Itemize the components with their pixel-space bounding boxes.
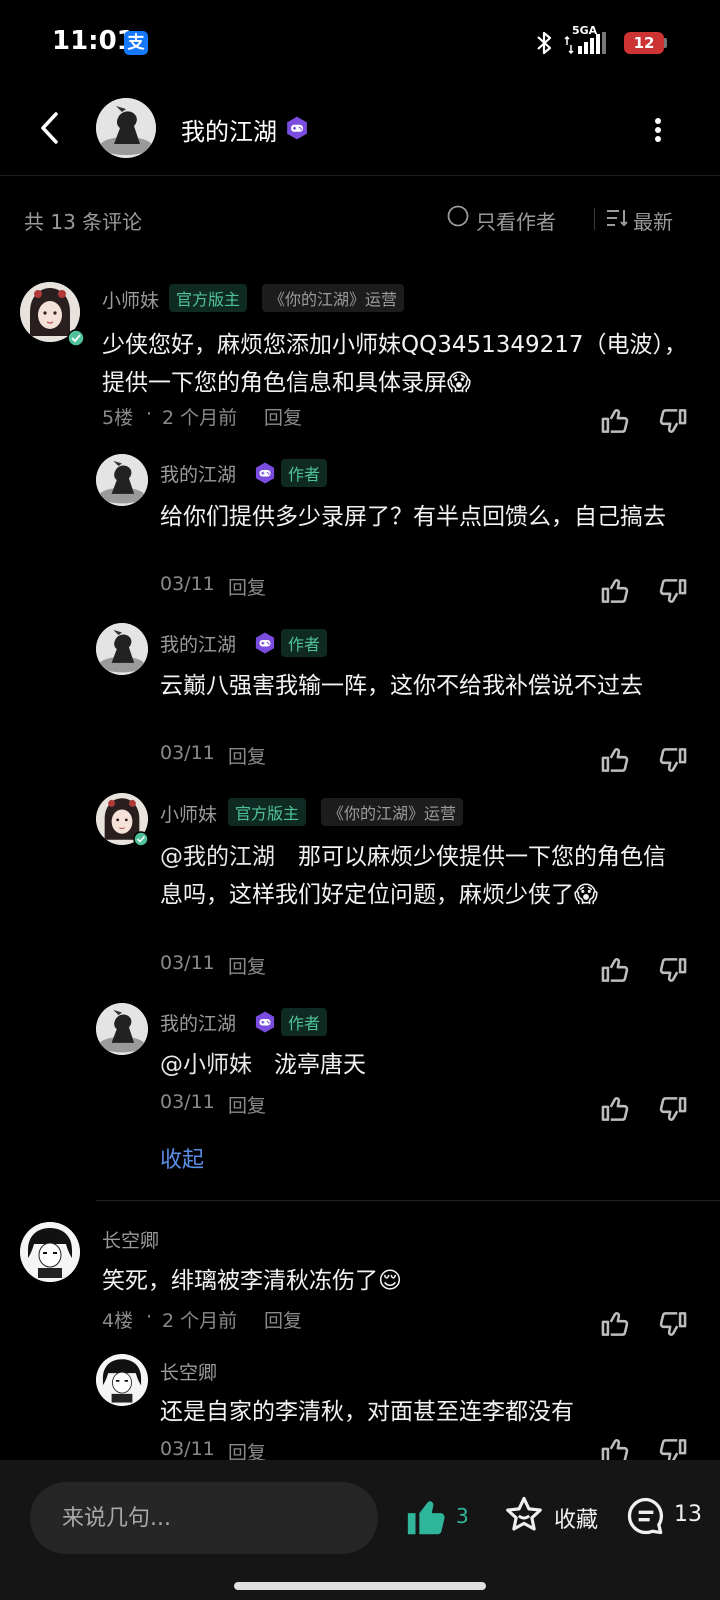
official-tag: 官方版主 bbox=[228, 798, 307, 826]
like-count: 3 bbox=[456, 1504, 469, 1528]
radio-circle-icon[interactable] bbox=[447, 205, 469, 231]
bluetooth-icon bbox=[534, 30, 556, 60]
game-badge-icon bbox=[284, 115, 310, 145]
reply-text[interactable]: 给你们提供多少录屏了？有半点回馈么，自己搞去 bbox=[160, 498, 688, 536]
reply-button[interactable]: 回复 bbox=[228, 952, 266, 979]
comment-time: 2 个月前 bbox=[162, 407, 238, 429]
thumb-down-icon[interactable] bbox=[656, 743, 690, 781]
thumb-down-icon[interactable] bbox=[656, 404, 690, 442]
reply-time: 03/11 bbox=[160, 1438, 215, 1460]
game-badge-icon bbox=[253, 631, 277, 659]
reply-time: 03/11 bbox=[160, 952, 215, 974]
thumb-up-icon[interactable] bbox=[598, 1307, 632, 1345]
mention-link[interactable]: @小师妹 bbox=[160, 1046, 252, 1084]
mention-link[interactable]: @我的江湖 bbox=[160, 838, 275, 876]
thumb-up-icon[interactable] bbox=[598, 953, 632, 991]
reply-time: 03/11 bbox=[160, 1091, 215, 1113]
comment-floor: 4楼 bbox=[102, 1310, 134, 1332]
filter-separator bbox=[594, 208, 595, 230]
thumb-down-icon[interactable] bbox=[656, 574, 690, 612]
alipay-icon: 支 bbox=[124, 31, 148, 55]
reply-username[interactable]: 小师妹 bbox=[160, 800, 217, 827]
verified-icon bbox=[67, 329, 85, 351]
sort-latest[interactable]: 最新 bbox=[633, 206, 673, 235]
author-only-toggle[interactable]: 只看作者 bbox=[476, 206, 556, 235]
game-badge-icon bbox=[253, 1010, 277, 1038]
page-title[interactable]: 我的江湖 bbox=[181, 112, 277, 147]
status-time: 11:01 bbox=[52, 26, 135, 56]
reply-time: 03/11 bbox=[160, 573, 215, 595]
comment-username[interactable]: 小师妹 bbox=[102, 286, 159, 313]
thumb-up-icon[interactable] bbox=[598, 1092, 632, 1130]
ops-tag: 《你的江湖》运营 bbox=[262, 284, 405, 312]
reply-username[interactable]: 我的江湖 bbox=[160, 1009, 236, 1036]
comment-input-placeholder[interactable]: 来说几句... bbox=[62, 1500, 171, 1532]
star-icon[interactable] bbox=[503, 1494, 545, 1540]
favorite-label[interactable]: 收藏 bbox=[554, 1502, 598, 1534]
avatar[interactable] bbox=[96, 623, 148, 675]
author-tag: 作者 bbox=[281, 459, 328, 487]
thumb-down-icon[interactable] bbox=[656, 953, 690, 991]
header-avatar[interactable] bbox=[96, 98, 156, 158]
thumb-up-icon[interactable] bbox=[598, 743, 632, 781]
reply-button[interactable]: 回复 bbox=[228, 1091, 266, 1118]
thumb-down-icon[interactable] bbox=[656, 1092, 690, 1130]
reply-text[interactable]: 云巅八强害我输一阵，这你不给我补偿说不过去 bbox=[160, 667, 688, 705]
thumb-up-icon[interactable] bbox=[598, 574, 632, 612]
avatar[interactable] bbox=[20, 1222, 80, 1282]
game-badge-icon bbox=[253, 461, 277, 489]
meta-dot: · bbox=[146, 403, 153, 425]
comment-text[interactable]: 笑死，绯璃被李清秋冻伤了😌 bbox=[102, 1262, 688, 1300]
comment-bubble-icon[interactable] bbox=[624, 1494, 668, 1542]
reply-text[interactable]: 泷亭唐天 bbox=[274, 1046, 366, 1084]
comment-time: 2 个月前 bbox=[162, 1310, 238, 1332]
avatar[interactable] bbox=[96, 454, 148, 506]
avatar[interactable] bbox=[96, 1354, 148, 1406]
meta-dot: · bbox=[146, 1306, 153, 1328]
ops-tag: 《你的江湖》运营 bbox=[321, 798, 464, 826]
comment-floor: 5楼 bbox=[102, 407, 134, 429]
header-divider bbox=[0, 175, 720, 176]
reply-username[interactable]: 我的江湖 bbox=[160, 460, 236, 487]
official-tag: 官方版主 bbox=[169, 284, 248, 312]
data-arrows-icon bbox=[564, 35, 574, 58]
like-icon[interactable] bbox=[404, 1494, 450, 1544]
reply-button[interactable]: 回复 bbox=[228, 573, 266, 600]
reply-button[interactable]: 回复 bbox=[264, 403, 302, 430]
reply-username[interactable]: 我的江湖 bbox=[160, 630, 236, 657]
reply-username[interactable]: 长空卿 bbox=[160, 1358, 217, 1385]
comment-count: 共 13 条评论 bbox=[24, 210, 143, 234]
collapse-replies-button[interactable]: 收起 bbox=[160, 1142, 204, 1174]
comment-username[interactable]: 长空卿 bbox=[102, 1226, 159, 1253]
reply-button[interactable]: 回复 bbox=[264, 1306, 302, 1333]
author-tag: 作者 bbox=[281, 629, 328, 657]
reply-time: 03/11 bbox=[160, 742, 215, 764]
battery-icon: 12 bbox=[624, 32, 664, 54]
verified-icon bbox=[133, 831, 149, 851]
author-tag: 作者 bbox=[281, 1008, 328, 1036]
avatar[interactable] bbox=[96, 1003, 148, 1055]
comment-count-badge: 13 bbox=[674, 1502, 702, 1527]
thumb-up-icon[interactable] bbox=[598, 404, 632, 442]
reply-button[interactable]: 回复 bbox=[228, 742, 266, 769]
back-arrow-icon[interactable] bbox=[34, 108, 68, 148]
thumb-down-icon[interactable] bbox=[656, 1307, 690, 1345]
more-icon[interactable] bbox=[650, 112, 666, 148]
home-indicator[interactable] bbox=[234, 1582, 486, 1590]
battery-cap bbox=[664, 38, 667, 48]
signal-icon bbox=[578, 32, 606, 58]
sort-icon[interactable] bbox=[606, 207, 630, 233]
comment-text[interactable]: 少侠您好，麻烦您添加小师妹QQ3451349217（电波），提供一下您的角色信息… bbox=[102, 326, 688, 402]
comment-divider bbox=[96, 1200, 720, 1201]
reply-text[interactable]: 还是自家的李清秋，对面甚至连李都没有 bbox=[160, 1393, 688, 1431]
